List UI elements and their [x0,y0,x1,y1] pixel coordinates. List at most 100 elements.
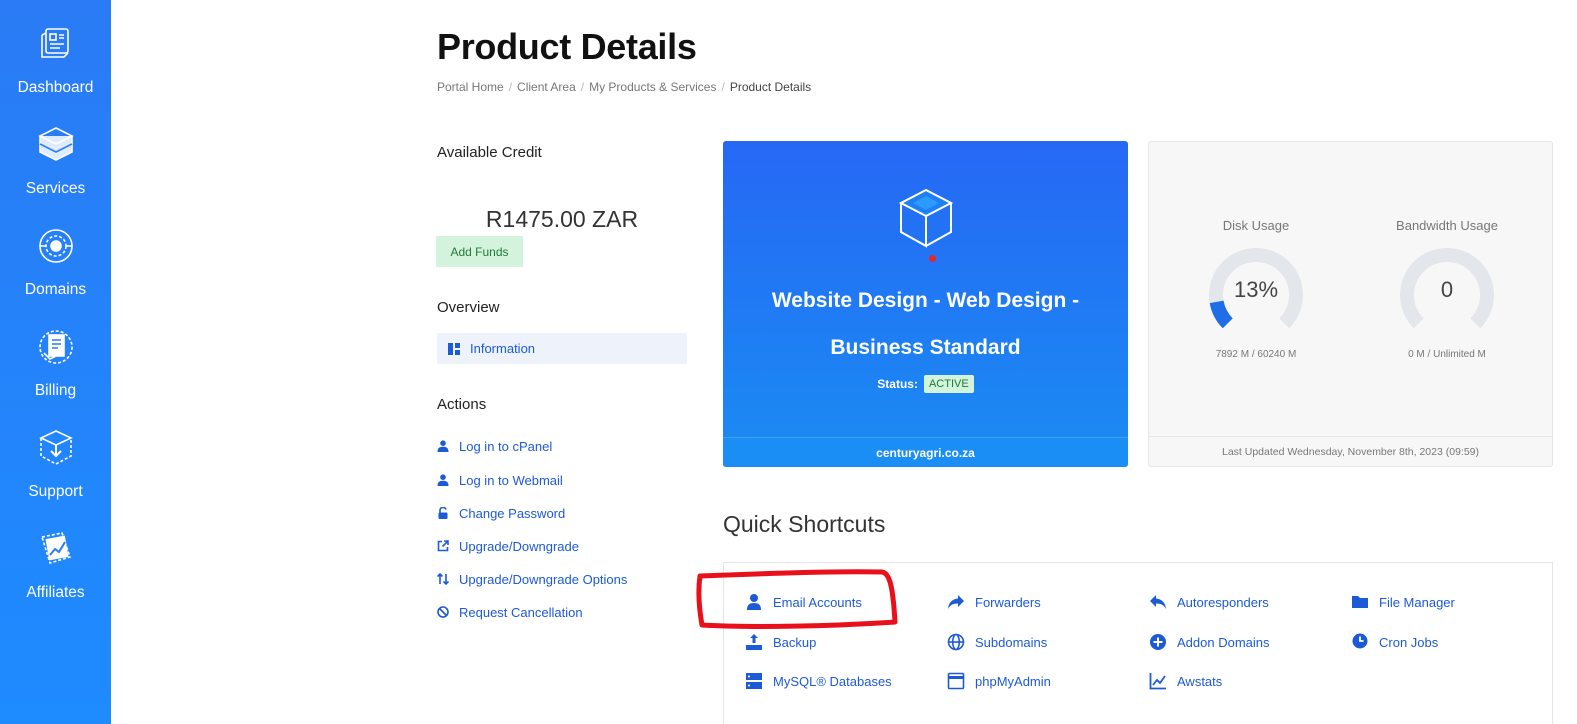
disk-usage-detail: 7892 M / 60240 M [1215,349,1297,360]
reply-icon [1150,595,1166,609]
sidebar: Dashboard Services Domains Billing Suppo… [0,0,111,724]
shortcut-label: Forwarders [975,594,1041,610]
shortcut-label: Subdomains [975,634,1048,650]
shortcut-label: Awstats [1177,673,1223,689]
shortcut-label: Backup [773,634,817,650]
shortcut-autoresponders[interactable]: Autoresponders [1149,593,1269,611]
bandwidth-usage-detail: 0 M / Unlimited M [1408,349,1486,360]
action-change-password[interactable]: Change Password [437,504,565,522]
page-title: Product Details [437,26,697,67]
breadcrumb-current: Product Details [729,80,812,94]
shortcut-cron-jobs[interactable]: Cron Jobs [1351,633,1438,651]
line-chart-icon [1149,673,1166,690]
window-icon [947,672,965,690]
dashboard-grid-icon [448,342,460,355]
action-label: Log in to Webmail [459,472,563,488]
status-badge: ACTIVE [923,375,974,393]
quick-shortcuts-title: Quick Shortcuts [723,511,886,537]
breadcrumb-my-products[interactable]: My Products & Services [589,80,716,94]
affiliates-icon [40,532,71,564]
sort-arrows-icon [437,573,449,585]
unlock-icon [438,507,448,519]
overview-heading: Overview [437,299,500,316]
shortcut-backup[interactable]: Backup [745,633,816,651]
last-updated: Last Updated Wednesday, November 8th, 20… [1149,436,1552,466]
shortcut-label: phpMyAdmin [975,673,1051,689]
credit-amount: R1475.00 ZAR [485,206,639,232]
sidebar-item-label: Affiliates [26,584,85,601]
overview-information-link[interactable]: Information [437,333,687,364]
shortcut-awstats[interactable]: Awstats [1149,672,1222,690]
support-icon [38,430,73,465]
action-request-cancellation[interactable]: Request Cancellation [437,603,583,621]
domains-icon [38,229,73,263]
shortcut-mysql-databases[interactable]: MySQL® Databases [745,672,892,690]
status-row: Status: ACTIVE [723,375,1128,393]
folder-icon [1352,596,1368,608]
add-funds-button[interactable]: Add Funds [436,236,523,267]
sidebar-item-label: Domains [24,281,87,298]
action-login-webmail[interactable]: Log in to Webmail [437,471,563,489]
sidebar-item-dashboard[interactable]: Dashboard [0,22,111,114]
action-label: Change Password [459,505,566,521]
information-label: Information [470,341,536,356]
action-upgrade-downgrade-options[interactable]: Upgrade/Downgrade Options [437,570,627,588]
breadcrumb-portal-home[interactable]: Portal Home [437,80,504,94]
usage-card: Disk Usage 13% 7892 M / 60240 M Bandwidt… [1148,141,1553,467]
bandwidth-usage-title: Bandwidth Usage [1396,218,1498,233]
breadcrumb-separator: / [508,80,513,94]
shortcut-label: MySQL® Databases [773,673,892,689]
red-annotation-box [696,569,898,629]
disk-usage-value: 13% [1233,277,1279,302]
product-card: Website Design - Web Design - Business S… [723,141,1128,467]
sidebar-item-label: Support [28,483,83,500]
status-dot [929,255,936,262]
action-login-cpanel[interactable]: Log in to cPanel [437,437,552,455]
services-icon [37,127,74,161]
action-upgrade-downgrade[interactable]: Upgrade/Downgrade [437,537,579,555]
user-icon [437,440,449,452]
product-name-line1: Website Design - Web Design - [771,289,1080,312]
disk-usage-title: Disk Usage [1222,218,1290,233]
ban-icon [437,606,449,618]
shortcut-addon-domains[interactable]: Addon Domains [1149,633,1270,651]
sidebar-item-label: Services [25,180,86,197]
bandwidth-usage-gauge: 0 [1399,247,1495,343]
breadcrumb-separator: / [721,80,725,94]
bandwidth-usage-value: 0 [1440,277,1454,302]
sidebar-item-label: Billing [34,382,77,399]
globe-icon [947,633,965,651]
action-label: Request Cancellation [459,604,583,620]
sidebar-item-affiliates[interactable]: Affiliates [0,527,111,619]
disk-usage-gauge: 13% [1208,247,1304,343]
product-domain[interactable]: centuryagri.co.za [723,437,1128,467]
plus-circle-icon [1150,634,1166,650]
actions-heading: Actions [437,396,487,413]
external-link-icon [437,540,449,552]
shortcut-label: Autoresponders [1177,594,1269,610]
server-icon [746,673,762,689]
sidebar-item-support[interactable]: Support [0,426,111,518]
dashboard-icon [40,28,69,58]
shortcut-label: File Manager [1379,594,1455,610]
billing-icon [38,330,73,364]
sidebar-item-billing[interactable]: Billing [0,325,111,417]
available-credit-heading: Available Credit [437,144,542,161]
product-name: Website Design - Web Design - Business S… [733,277,1118,371]
shortcut-forwarders[interactable]: Forwarders [947,593,1041,611]
sidebar-item-services[interactable]: Services [0,123,111,215]
breadcrumb-separator: / [580,80,585,94]
bandwidth-usage: Bandwidth Usage 0 0 M / Unlimited M [1367,218,1527,360]
shortcut-subdomains[interactable]: Subdomains [947,633,1047,651]
sidebar-item-domains[interactable]: Domains [0,224,111,316]
shortcut-phpmyadmin[interactable]: phpMyAdmin [947,672,1051,690]
clock-icon [1352,633,1368,649]
breadcrumb-client-area[interactable]: Client Area [517,80,576,94]
gauge-fill [1209,300,1233,329]
status-label: Status: [877,377,918,391]
action-label: Upgrade/Downgrade Options [459,571,628,587]
disk-usage: Disk Usage 13% 7892 M / 60240 M [1176,218,1336,360]
action-label: Upgrade/Downgrade [459,538,579,554]
breadcrumb: Portal Home / Client Area / My Products … [437,80,811,94]
shortcut-file-manager[interactable]: File Manager [1351,593,1455,611]
